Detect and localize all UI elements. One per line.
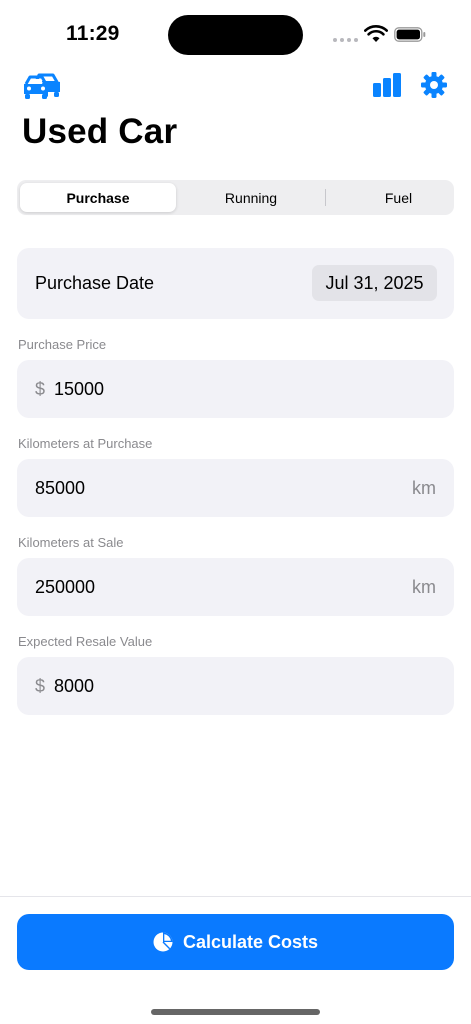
purchase-date-picker[interactable]: Jul 31, 2025 <box>312 265 437 301</box>
home-indicator <box>151 1009 320 1015</box>
chart-icon[interactable] <box>372 73 402 97</box>
gear-icon[interactable] <box>420 71 448 99</box>
status-time: 11:29 <box>66 22 120 45</box>
currency-prefix: $ <box>35 379 46 399</box>
cars-icon[interactable] <box>22 70 64 100</box>
km-sale-field[interactable]: 250000 km <box>17 558 454 616</box>
purchase-date-label: Purchase Date <box>35 273 155 293</box>
purchase-price-label: Purchase Price <box>18 337 107 352</box>
tab-fuel[interactable]: Fuel <box>326 183 471 212</box>
pie-chart-icon <box>153 932 173 952</box>
purchase-price-field[interactable]: $ 15000 <box>17 360 454 418</box>
resale-value-field[interactable]: $ 8000 <box>17 657 454 715</box>
dynamic-island <box>168 15 303 55</box>
tab-running[interactable]: Running <box>177 183 325 212</box>
cellular-signal-icon <box>333 38 358 42</box>
resale-value-value[interactable]: 8000 <box>54 676 94 697</box>
status-bar: 11:29 <box>0 0 471 70</box>
km-purchase-value[interactable]: 85000 <box>35 478 85 499</box>
km-purchase-label: Kilometers at Purchase <box>18 436 153 451</box>
purchase-date-row: Purchase Date Jul 31, 2025 <box>17 248 454 319</box>
wifi-icon <box>364 25 388 42</box>
purchase-price-value[interactable]: 15000 <box>54 379 104 400</box>
km-sale-label: Kilometers at Sale <box>18 535 124 550</box>
km-unit: km <box>412 478 436 498</box>
km-purchase-field[interactable]: 85000 km <box>17 459 454 517</box>
km-sale-value[interactable]: 250000 <box>35 577 95 598</box>
calculate-costs-button[interactable]: Calculate Costs <box>17 914 454 970</box>
bottom-divider <box>0 896 471 897</box>
tab-purchase[interactable]: Purchase <box>20 183 176 212</box>
segmented-control: Purchase Running Fuel <box>17 180 454 215</box>
resale-value-label: Expected Resale Value <box>18 634 153 649</box>
page-title: Used Car <box>22 112 178 151</box>
battery-icon <box>394 27 426 42</box>
calculate-costs-label: Calculate Costs <box>182 931 319 952</box>
currency-prefix: $ <box>35 676 46 696</box>
km-unit: km <box>412 577 436 597</box>
